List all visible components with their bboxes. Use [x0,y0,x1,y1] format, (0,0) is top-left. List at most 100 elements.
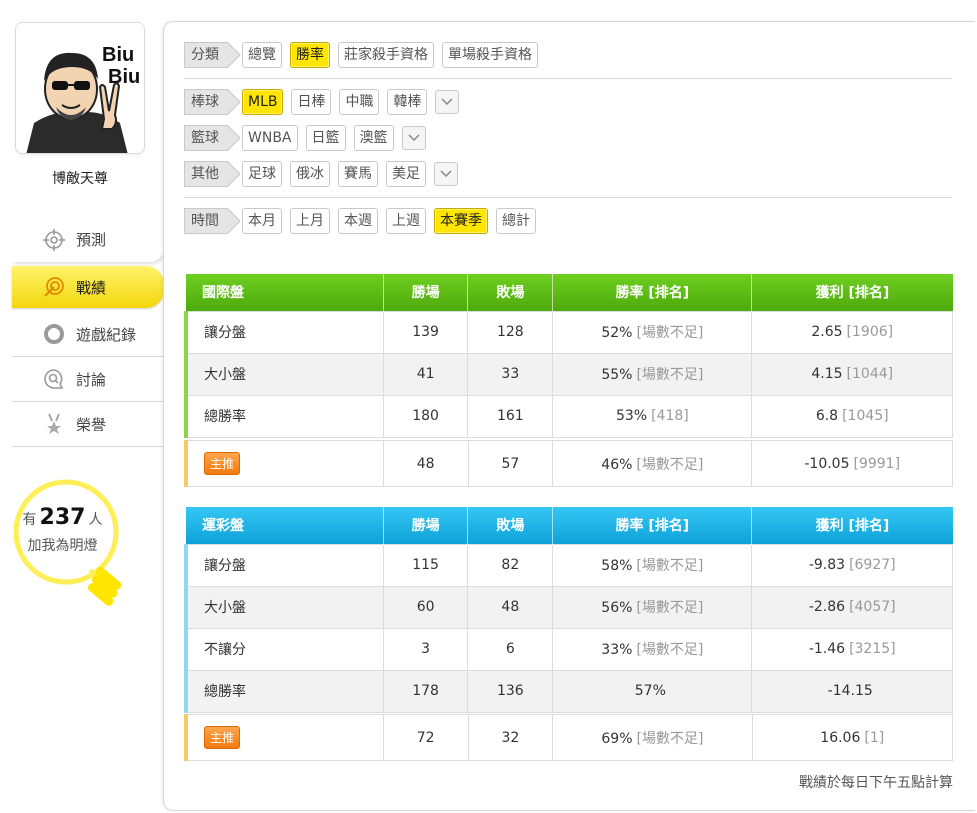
table-header: 運彩盤 勝場 敗場 勝率 [排名] 獲利 [排名] [186,507,953,544]
filter-option[interactable]: 俄冰 [290,161,330,187]
filter-label: 其他 [184,161,228,187]
divider [184,78,952,79]
lose-cell: 136 [467,669,554,713]
footnote: 戰績於每日下午五點計算 [799,775,953,791]
chevron-down-icon[interactable] [435,90,460,114]
filter-category: 分類 總覽 勝率 莊家殺手資格 單場殺手資格 [184,42,546,68]
avatar[interactable]: Biu Biu [15,22,145,154]
fan-suffix: 人 [88,512,103,528]
win-cell: 72 [382,714,469,761]
lose-cell: 128 [467,310,554,354]
table-row: 大小盤 60 48 56% [場數不足] -2.86 [4057] [183,585,953,629]
fan-prefix: 有 [22,512,37,528]
row-name: 總勝率 [183,394,384,438]
nav-item-game-log[interactable]: 遊戲紀錄 [12,312,164,357]
filter-label: 籃球 [184,125,228,151]
nav-item-predict[interactable]: 預測 [12,217,164,262]
filter-option[interactable]: 中職 [339,89,380,115]
filter-label: 分類 [184,42,228,68]
nav-item-discussion[interactable]: 討論 [12,357,164,402]
nav-label: 榮譽 [76,415,107,434]
lose-cell: 32 [467,714,554,761]
nav-label: 預測 [76,231,107,249]
filter-option-active[interactable]: 勝率 [290,42,330,68]
filter-option[interactable]: 美足 [386,161,426,187]
filter-option[interactable]: 本月 [242,208,282,234]
col-header: 獲利 [排名] [751,507,953,544]
filter-option[interactable]: 總覽 [242,42,282,68]
filter-option[interactable]: 單場殺手資格 [442,42,538,68]
main-pick-badge: 主推 [204,726,241,749]
filter-option[interactable]: 本週 [338,208,378,234]
profit-cell: 16.06 [1] [751,714,954,761]
filter-option[interactable]: 上週 [386,208,426,234]
fan-count: 有 237 人 [0,505,125,530]
rate-cell: 53% [418] [552,394,753,438]
main-pick-row: 主推 48 57 46% [場數不足] -10.05 [9991] [183,440,953,487]
nav-item-honor[interactable]: 榮譽 [12,402,164,447]
row-name: 主推 [183,714,384,761]
lose-cell: 6 [467,627,554,671]
user-name[interactable]: 博敵天尊 [0,168,160,188]
nav-label: 討論 [76,370,107,389]
record-icon [42,275,66,299]
lottery-main-table: 主推 72 32 69% [場數不足] 16.06 [1] [183,714,954,761]
rate-cell: 33% [場數不足] [552,627,753,671]
filter-option[interactable]: 上月 [290,208,330,234]
lose-cell: 57 [467,440,554,487]
filter-option[interactable]: 莊家殺手資格 [338,42,434,68]
rate-cell: 56% [場數不足] [552,585,753,629]
main-pick-row: 主推 72 32 69% [場數不足] 16.06 [1] [183,714,954,761]
rate-cell: 58% [場數不足] [552,543,753,587]
filter-option[interactable]: 澳籃 [353,125,394,151]
circle-icon [42,322,66,346]
filter-option[interactable]: 賽馬 [338,161,378,187]
col-header: 敗場 [467,507,554,544]
lose-cell: 33 [467,352,554,396]
lose-cell: 161 [467,394,554,438]
row-name: 不讓分 [183,627,384,671]
win-cell: 180 [382,394,469,438]
row-name: 大小盤 [183,352,384,396]
add-light-link[interactable]: 加我為明燈 [0,535,125,555]
filter-label: 棒球 [184,89,228,115]
row-name: 總勝率 [183,669,384,713]
rate-cell: 52% [場數不足] [552,310,753,354]
profit-cell: 6.8 [1045] [751,394,953,438]
win-cell: 178 [382,669,469,713]
filter-option-active[interactable]: MLB [242,89,284,115]
filter-option[interactable]: 韓棒 [387,89,428,115]
filter-option-active[interactable]: 本賽季 [434,208,488,234]
fan-number: 237 [39,505,86,530]
win-cell: 3 [382,627,469,671]
chevron-down-icon[interactable] [401,126,426,150]
filter-option[interactable]: 日棒 [291,89,332,115]
col-header: 敗場 [467,274,554,311]
main-pick-badge: 主推 [204,452,241,475]
col-header: 勝場 [383,507,469,544]
filter-option[interactable]: 足球 [242,161,282,187]
filter-other: 其他 足球 俄冰 賽馬 美足 [184,161,458,187]
target-icon [42,228,66,252]
filter-baseball: 棒球 MLB 日棒 中職 韓棒 [184,89,460,115]
international-main-table: 主推 48 57 46% [場數不足] -10.05 [9991] [183,440,953,487]
international-table: 國際盤 勝場 敗場 勝率 [排名] 獲利 [排名] 讓分盤 139 128 52… [183,274,953,459]
table-row: 總勝率 178 136 57% -14.15 [183,669,953,713]
nav-item-record[interactable]: 戰績 [12,266,164,308]
nav-label: 遊戲紀錄 [76,325,137,344]
sidebar-nav: 預測 戰績 遊戲紀錄 討論 榮譽 [12,217,164,447]
lose-cell: 48 [467,585,554,629]
profit-cell: -9.83 [6927] [751,543,953,587]
filter-option[interactable]: WNBA [242,125,298,151]
profit-cell: -14.15 [751,669,953,713]
sidebar: Biu Biu 博敵天尊 預測 戰績 遊戲紀錄 討論 榮譽 有 237 人 加我… [0,0,170,813]
col-header: 運彩盤 [186,507,384,544]
filter-option[interactable]: 日籃 [305,125,346,151]
col-header: 國際盤 [186,274,384,311]
avatar-text-1: Biu [102,44,134,66]
lottery-table: 運彩盤 勝場 敗場 勝率 [排名] 獲利 [排名] 讓分盤 115 82 58%… [183,507,953,713]
col-header: 勝率 [排名] [552,507,753,544]
filter-option[interactable]: 總計 [496,208,536,234]
chevron-down-icon[interactable] [434,162,458,186]
row-name: 主推 [183,440,384,487]
